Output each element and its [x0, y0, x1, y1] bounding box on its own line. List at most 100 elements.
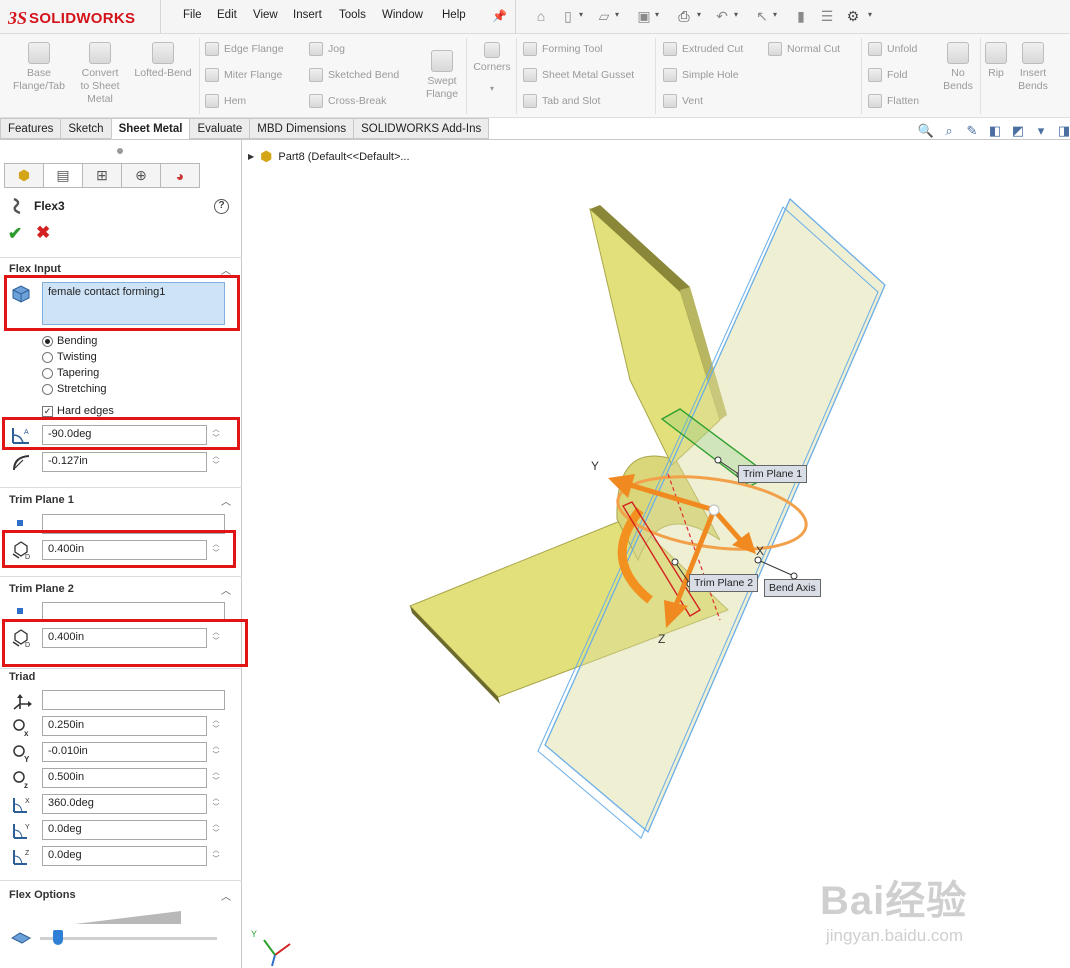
chevron-down-icon[interactable]: ▾ — [615, 10, 619, 19]
chevron-down-icon[interactable]: ▾ — [697, 10, 701, 19]
spin-arrows-icon[interactable]: ︿ ﹀ — [210, 846, 222, 866]
mode-radio-bending[interactable]: Bending — [42, 335, 97, 347]
triad-x-input[interactable]: 0.250in — [42, 716, 207, 736]
chevron-down-icon[interactable]: ▾ — [470, 82, 514, 95]
tab-solidworks-add-ins[interactable]: SOLIDWORKS Add-Ins — [353, 118, 490, 139]
vent-button[interactable]: Vent — [663, 94, 703, 108]
spin-arrows-icon[interactable]: ︿ ﹀ — [210, 768, 222, 788]
triad-rotation-y-input[interactable]: 0.0deg — [42, 820, 207, 840]
chevron-down-icon[interactable]: ▾ — [579, 10, 583, 19]
open-folder-icon[interactable]: ▱ — [594, 6, 614, 26]
menu-view[interactable]: View — [253, 9, 278, 21]
normal-cut-button[interactable]: Normal Cut — [768, 42, 840, 56]
flex-input-header[interactable]: Flex Input — [9, 263, 61, 275]
extruded-cut-button[interactable]: Extruded Cut — [663, 42, 743, 56]
menu-help[interactable]: Help — [442, 9, 466, 21]
rebuild-icon[interactable]: ▮ — [791, 6, 811, 26]
print-icon[interactable]: ⎙ — [674, 6, 694, 26]
zoom-to-fit-icon[interactable]: 🔍 — [918, 123, 934, 139]
tab-sketch[interactable]: Sketch — [60, 118, 111, 139]
bend-radius-input[interactable]: -0.127in — [42, 452, 207, 472]
ok-check-icon[interactable]: ✔ — [8, 224, 22, 244]
spin-arrows-icon[interactable]: ︿ ﹀ — [210, 425, 222, 445]
spin-arrows-icon[interactable]: ︿ ﹀ — [210, 742, 222, 762]
trim-plane-1-header[interactable]: Trim Plane 1 — [9, 494, 74, 506]
tab-evaluate[interactable]: Evaluate — [189, 118, 250, 139]
base-flange-button[interactable]: Base Flange/Tab — [8, 42, 70, 93]
corners-button[interactable]: Corners ▾ — [470, 42, 514, 95]
tab-and-slot-button[interactable]: Tab and Slot — [523, 94, 600, 108]
simple-hole-button[interactable]: Simple Hole — [663, 68, 739, 82]
gear-icon[interactable]: ⚙ — [843, 6, 863, 26]
lofted-bend-button[interactable]: Lofted-Bend — [129, 42, 197, 80]
tab-mbd-dimensions[interactable]: MBD Dimensions — [249, 118, 354, 139]
property-manager-tab-icon[interactable]: ▤ — [43, 163, 83, 188]
accuracy-slider-thumb[interactable] — [52, 930, 63, 945]
triad-z-input[interactable]: 0.500in — [42, 768, 207, 788]
new-document-icon[interactable]: ▯ — [558, 6, 578, 26]
mode-radio-tapering[interactable]: Tapering — [42, 367, 99, 379]
triad-selection-box[interactable] — [42, 690, 225, 710]
bend-axis-callout[interactable]: Bend Axis — [764, 579, 821, 597]
menu-edit[interactable]: Edit — [217, 9, 237, 21]
fold-button[interactable]: Fold — [868, 68, 907, 82]
swept-flange-button[interactable]: Swept Flange — [420, 42, 464, 101]
trim-plane-2-distance-input[interactable]: 0.400in — [42, 628, 207, 648]
chevron-down-icon[interactable]: ▾ — [655, 10, 659, 19]
spin-arrows-icon[interactable]: ︿ ﹀ — [210, 452, 222, 472]
chevron-down-icon[interactable]: ▾ — [773, 10, 777, 19]
sketched-bend-button[interactable]: Sketched Bend — [309, 68, 399, 82]
sheet-metal-gusset-button[interactable]: Sheet Metal Gusset — [523, 68, 634, 82]
no-bends-button[interactable]: No Bends — [938, 42, 978, 93]
spin-arrows-icon[interactable]: ︿ ﹀ — [210, 820, 222, 840]
display-manager-tab-icon[interactable]: ◕ — [160, 163, 200, 188]
hard-edges-checkbox[interactable]: ✓ Hard edges — [42, 405, 114, 417]
edge-flange-button[interactable]: Edge Flange — [205, 42, 284, 56]
feature-manager-tab-icon[interactable]: ⬢ — [4, 163, 44, 188]
triad-rotation-z-input[interactable]: 0.0deg — [42, 846, 207, 866]
view-orientation-icon[interactable]: ◩ — [1010, 123, 1026, 139]
mode-radio-twisting[interactable]: Twisting — [42, 351, 97, 363]
menu-window[interactable]: Window — [382, 9, 423, 21]
collapse-chevron-icon[interactable]: ︿ — [221, 493, 231, 508]
help-icon[interactable]: ? — [214, 199, 229, 214]
spin-arrows-icon[interactable]: ︿ ﹀ — [210, 794, 222, 814]
collapse-chevron-icon[interactable]: ︿ — [221, 888, 231, 903]
section-view-icon[interactable]: ◧ — [987, 123, 1003, 139]
jog-button[interactable]: Jog — [309, 42, 345, 56]
select-arrow-icon[interactable]: ↖ — [752, 6, 772, 26]
dimxpert-manager-tab-icon[interactable]: ⊕ — [121, 163, 161, 188]
rip-button[interactable]: Rip — [984, 42, 1008, 80]
hide-show-items-icon[interactable]: ◨ — [1056, 123, 1070, 139]
forming-tool-button[interactable]: Forming Tool — [523, 42, 603, 56]
flatten-button[interactable]: Flatten — [868, 94, 919, 108]
mode-radio-stretching[interactable]: Stretching — [42, 383, 107, 395]
flex-bodies-selection-box[interactable]: female contact forming1 — [42, 282, 225, 325]
menu-insert[interactable]: Insert — [293, 9, 322, 21]
undo-icon[interactable]: ↶ — [712, 6, 732, 26]
collapse-chevron-icon[interactable]: ︿ — [221, 582, 231, 597]
zoom-to-area-icon[interactable]: ⌕ — [941, 123, 957, 139]
trim-plane-2-callout[interactable]: Trim Plane 2 — [689, 574, 759, 592]
configuration-manager-tab-icon[interactable]: ⊞ — [82, 163, 122, 188]
pin-icon[interactable]: 📌 — [492, 9, 507, 23]
home-icon[interactable]: ⌂ — [531, 6, 551, 26]
save-icon[interactable]: ▣ — [634, 6, 654, 26]
insert-bends-button[interactable]: Insert Bends — [1012, 42, 1054, 93]
solidworks-logo[interactable]: 3S SOLIDWORKS — [8, 7, 135, 29]
previous-view-icon[interactable]: ✎ — [964, 123, 980, 139]
menu-file[interactable]: File — [183, 9, 202, 21]
menu-tools[interactable]: Tools — [339, 9, 366, 21]
model-viewport[interactable] — [243, 140, 1070, 968]
accuracy-slider-track[interactable] — [40, 937, 217, 940]
tab-sheet-metal[interactable]: Sheet Metal — [110, 118, 190, 139]
chevron-down-icon[interactable]: ▾ — [734, 10, 738, 19]
collapse-chevron-icon[interactable]: ︿ — [221, 262, 231, 277]
panel-grip-icon[interactable] — [117, 148, 123, 154]
cancel-x-icon[interactable]: ✖ — [36, 223, 50, 243]
display-style-icon[interactable]: ▾ — [1033, 123, 1049, 139]
trim-plane-1-distance-input[interactable]: 0.400in — [42, 540, 207, 560]
flex-options-header[interactable]: Flex Options — [9, 889, 76, 901]
trim-plane-1-callout[interactable]: Trim Plane 1 — [738, 465, 808, 483]
spin-arrows-icon[interactable]: ︿ ﹀ — [210, 628, 222, 648]
